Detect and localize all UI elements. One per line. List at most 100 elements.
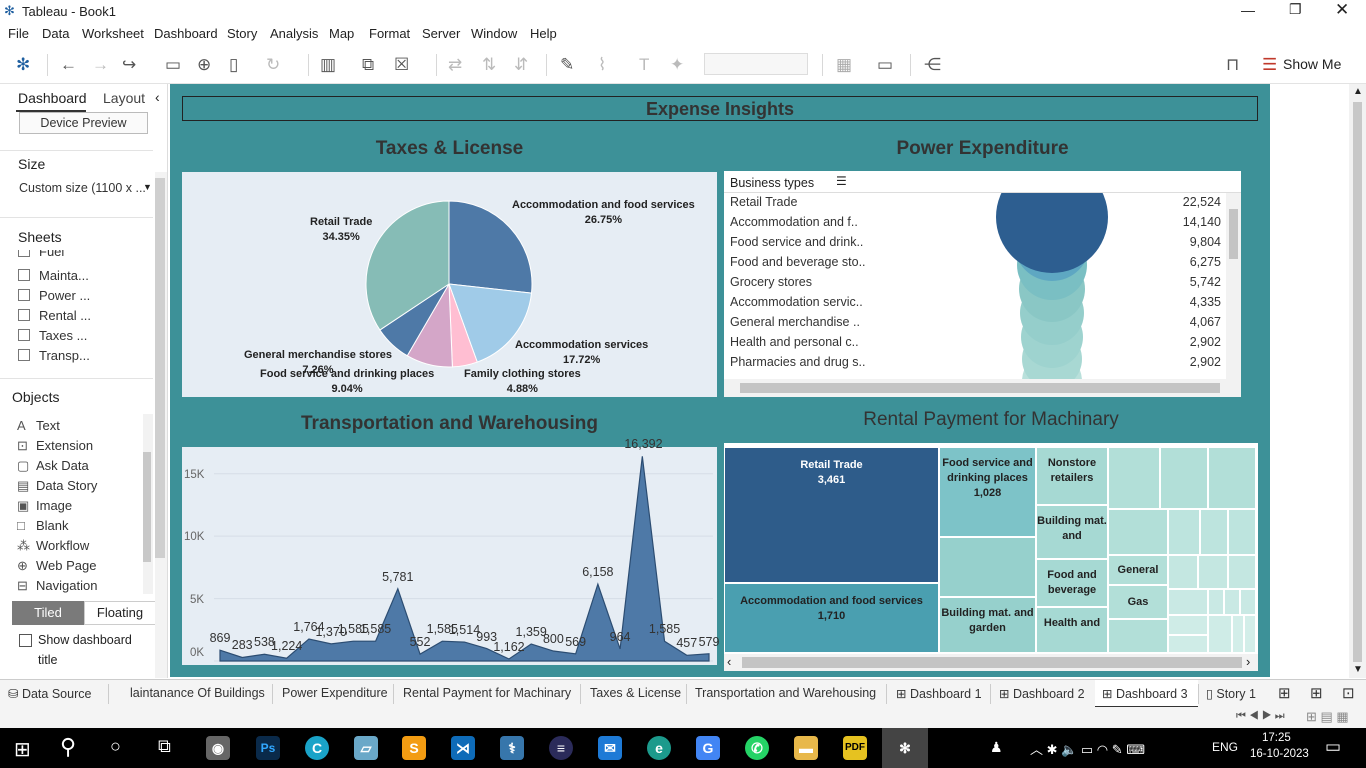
object-web-page[interactable]: ⊕ Web Page (17, 558, 96, 574)
search-icon[interactable]: ⚲ (60, 734, 76, 760)
menu-analysis[interactable]: Analysis (270, 26, 318, 41)
object-blank[interactable]: □ Blank (17, 518, 69, 533)
clear-icon[interactable]: ☒ (394, 56, 409, 73)
menu-window[interactable]: Window (471, 26, 517, 41)
treemap-cell-small[interactable] (1208, 447, 1256, 509)
tab-dashboard-1[interactable]: ⊞ Dashboard 1 (896, 686, 982, 701)
treemap-h-scrollbar[interactable]: ‹ › (724, 654, 1258, 671)
object-text[interactable]: A Text (17, 418, 60, 433)
power-row-name[interactable]: Health and personal c.. (730, 335, 859, 349)
treemap-cell-small[interactable] (1108, 447, 1160, 509)
pane-scrollbar[interactable] (155, 172, 167, 678)
treemap-cell-small[interactable] (1228, 509, 1256, 555)
paint-format-icon[interactable]: ⊓ (1226, 56, 1239, 73)
menu-data[interactable]: Data (42, 26, 69, 41)
sheet-item-taxes[interactable]: Taxes ... (18, 328, 87, 343)
clock-time[interactable]: 17:25 (1262, 732, 1291, 744)
main-v-scrollbar[interactable]: ▲ ▼ (1349, 84, 1366, 678)
show-me-button[interactable]: Show Me (1283, 56, 1341, 72)
sheet-item-fuel[interactable]: Fuel (18, 250, 64, 259)
pin-icon[interactable]: ✦ (670, 56, 684, 73)
treemap-cell-small[interactable] (1168, 589, 1208, 615)
notes-app-icon[interactable]: ▱ (354, 736, 378, 760)
sheet-item-maintenance[interactable]: Mainta... (18, 268, 89, 283)
tab-rental[interactable]: Rental Payment for Machinary (403, 686, 571, 700)
object-workflow[interactable]: ⁂ Workflow (17, 538, 89, 554)
attach-icon[interactable]: ⌇ (598, 56, 606, 73)
power-row-name[interactable]: Accommodation and f.. (730, 215, 858, 229)
treemap-cell-health[interactable]: Health and (1036, 607, 1108, 653)
menu-dashboard[interactable]: Dashboard (154, 26, 218, 41)
show-me-icon[interactable]: ☰ (1262, 56, 1277, 73)
treemap-cell-small[interactable] (1240, 589, 1256, 615)
notifications-icon[interactable]: ▭ (1325, 737, 1341, 757)
scroll-right-icon[interactable]: › (1246, 654, 1250, 669)
menu-help[interactable]: Help (530, 26, 557, 41)
duplicate-icon[interactable]: ⧉ (362, 56, 374, 73)
tab-dashboard-3[interactable]: ⊞ Dashboard 3 (1102, 686, 1188, 701)
scroll-left-icon[interactable]: ‹ (727, 654, 731, 669)
tableau-home-icon[interactable]: ✻ (16, 56, 30, 73)
redo-icon[interactable]: → (92, 56, 109, 73)
tableau-taskbar-icon[interactable]: ✻ (893, 736, 917, 760)
sublime-icon[interactable]: S (402, 736, 426, 760)
sheet-item-rental[interactable]: Rental ... (18, 308, 91, 323)
save-icon[interactable]: ▭ (165, 56, 181, 73)
tab-story-1[interactable]: ▯ Story 1 (1206, 686, 1256, 701)
menu-format[interactable]: Format (369, 26, 410, 41)
tab-maintenance[interactable]: laintanance Of Buildings (130, 686, 265, 700)
treemap-cell-small[interactable] (1208, 615, 1232, 653)
label-icon[interactable]: T (639, 56, 649, 73)
treemap-cell-small[interactable] (1168, 635, 1208, 653)
objects-scrollbar[interactable] (143, 414, 153, 594)
vscode-icon[interactable]: ⋊ (451, 736, 475, 760)
power-row-name[interactable]: Pharmacies and drug s.. (730, 355, 866, 369)
treemap-cell-building-mat[interactable]: Building mat. and (1036, 505, 1108, 559)
treemap-cell-small[interactable] (1168, 509, 1200, 555)
new-dashboard-tab-icon[interactable]: ⊞ (1310, 684, 1323, 702)
eclipse-icon[interactable]: ≡ (549, 736, 573, 760)
camera-app-icon[interactable]: ◉ (206, 736, 230, 760)
menu-story[interactable]: Story (227, 26, 257, 41)
presentation-icon[interactable]: ▭ (877, 56, 893, 73)
treemap-cell-building-garden[interactable]: Building mat. and garden (939, 597, 1036, 653)
share-icon[interactable]: ⋲ (924, 56, 941, 73)
treemap-cell-unlabeled[interactable] (939, 537, 1036, 597)
fit-dropdown[interactable] (704, 53, 808, 75)
rental-treemap[interactable]: Retail Trade 3,461 Accommodation and food… (724, 443, 1258, 671)
treemap-cell-food-beverage[interactable]: Food and beverage (1036, 559, 1108, 607)
edge-icon[interactable]: e (647, 736, 671, 760)
tab-data-source[interactable]: ⛁ Data Source (8, 686, 91, 701)
sheet-item-transport[interactable]: Transp... (18, 348, 90, 363)
menu-file[interactable]: File (8, 26, 29, 41)
sort-asc-icon[interactable]: ⇅ (482, 56, 496, 73)
highlight-icon[interactable]: ✎ (560, 56, 574, 73)
power-h-scrollbar[interactable] (724, 379, 1241, 397)
photoshop-icon[interactable]: Ps (256, 736, 280, 760)
menu-worksheet[interactable]: Worksheet (82, 26, 144, 41)
python-icon[interactable]: ⚕ (500, 736, 524, 760)
task-view-icon[interactable]: ⧉ (158, 736, 171, 757)
cortana-icon[interactable]: ○ (110, 736, 121, 757)
treemap-cell-retail[interactable]: Retail Trade 3,461 (724, 447, 939, 583)
size-dropdown-icon[interactable]: ▼ (143, 182, 152, 192)
mail-icon[interactable]: ✉ (598, 736, 622, 760)
treemap-cell-general[interactable]: General (1108, 555, 1168, 585)
power-v-scrollbar[interactable] (1226, 193, 1241, 379)
undo-icon[interactable]: ← (60, 56, 77, 73)
view-mode-icons[interactable]: ⊞ ▤ ▦ (1306, 709, 1349, 725)
menu-map[interactable]: Map (329, 26, 354, 41)
show-cards-icon[interactable]: ▦ (836, 56, 852, 73)
treemap-cell-small[interactable] (1224, 589, 1240, 615)
power-row-name[interactable]: Food and beverage sto.. (730, 255, 866, 269)
new-worksheet-icon[interactable]: ▥ (320, 56, 336, 73)
tab-dashboard-2[interactable]: ⊞ Dashboard 2 (999, 686, 1085, 701)
power-expenditure-table[interactable]: Business types ☰ Retail Trade 22,524 Acco… (724, 171, 1241, 397)
treemap-cell-small[interactable] (1168, 615, 1208, 635)
clock-date[interactable]: 16-10-2023 (1250, 748, 1309, 760)
treemap-cell-small[interactable] (1108, 509, 1168, 555)
show-title-checkbox[interactable] (19, 634, 32, 647)
whatsapp-icon[interactable]: ✆ (745, 736, 769, 760)
treemap-cell-small[interactable] (1208, 589, 1224, 615)
file-explorer-icon[interactable]: ▬ (794, 736, 818, 760)
